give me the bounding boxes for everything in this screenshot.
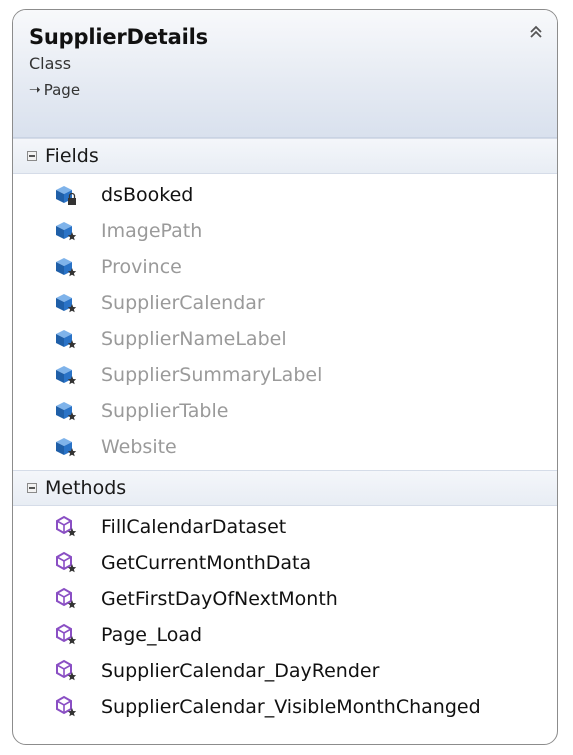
field-name: SupplierTable: [101, 400, 229, 422]
field-name: ImagePath: [101, 220, 203, 242]
field-item[interactable]: dsBooked: [13, 177, 557, 213]
method-icon: [53, 550, 81, 576]
class-title: SupplierDetails: [29, 25, 208, 49]
field-item[interactable]: SupplierTable: [13, 393, 557, 429]
method-name: FillCalendarDataset: [101, 516, 287, 538]
method-name: GetFirstDayOfNextMonth: [101, 588, 338, 610]
methods-list: FillCalendarDataset GetCurrentMonthData Ge…: [13, 506, 557, 730]
collapse-minus-icon[interactable]: [27, 483, 37, 493]
field-item[interactable]: Province: [13, 249, 557, 285]
method-icon: [53, 622, 81, 648]
methods-section-label: Methods: [45, 477, 127, 499]
protected-field-icon: [53, 218, 81, 244]
field-name: SupplierNameLabel: [101, 328, 287, 350]
inheritance-arrow-icon: ➝: [29, 82, 41, 98]
field-name: Website: [101, 436, 177, 458]
protected-field-icon: [53, 290, 81, 316]
protected-field-icon: [53, 362, 81, 388]
method-item[interactable]: GetFirstDayOfNextMonth: [13, 581, 557, 617]
fields-section-header[interactable]: Fields: [13, 138, 557, 174]
protected-field-icon: [53, 326, 81, 352]
field-item[interactable]: SupplierSummaryLabel: [13, 357, 557, 393]
method-name: Page_Load: [101, 624, 203, 646]
class-header: SupplierDetails Class ➝ Page: [13, 10, 557, 138]
field-item[interactable]: Website: [13, 429, 557, 465]
field-item[interactable]: ImagePath: [13, 213, 557, 249]
base-class-label: Page: [43, 81, 81, 99]
field-item[interactable]: SupplierCalendar: [13, 285, 557, 321]
field-item[interactable]: SupplierNameLabel: [13, 321, 557, 357]
method-icon: [53, 514, 81, 540]
method-icon: [53, 586, 81, 612]
protected-field-icon: [53, 254, 81, 280]
protected-field-icon: [53, 434, 81, 460]
field-name: SupplierCalendar: [101, 292, 265, 314]
method-item[interactable]: FillCalendarDataset: [13, 509, 557, 545]
private-field-icon: [53, 182, 81, 208]
method-item[interactable]: GetCurrentMonthData: [13, 545, 557, 581]
method-name: SupplierCalendar_VisibleMonthChanged: [101, 696, 481, 718]
base-class: ➝ Page: [29, 80, 541, 100]
method-name: SupplierCalendar_DayRender: [101, 660, 380, 682]
double-chevron-up-icon[interactable]: [529, 24, 543, 44]
field-name: dsBooked: [101, 184, 194, 206]
method-icon: [53, 658, 81, 684]
class-kind: Class: [29, 54, 72, 73]
class-diagram-box: SupplierDetails Class ➝ Page Fields dsBo…: [12, 9, 558, 745]
fields-section-label: Fields: [45, 145, 99, 167]
methods-section-header[interactable]: Methods: [13, 470, 557, 506]
protected-field-icon: [53, 398, 81, 424]
collapse-minus-icon[interactable]: [27, 151, 37, 161]
method-icon: [53, 694, 81, 720]
method-name: GetCurrentMonthData: [101, 552, 312, 574]
method-item[interactable]: Page_Load: [13, 617, 557, 653]
method-item[interactable]: SupplierCalendar_DayRender: [13, 653, 557, 689]
field-name: SupplierSummaryLabel: [101, 364, 323, 386]
field-name: Province: [101, 256, 182, 278]
fields-list: dsBooked ImagePath Province SupplierCalenda…: [13, 174, 557, 470]
method-item[interactable]: SupplierCalendar_VisibleMonthChanged: [13, 689, 557, 725]
